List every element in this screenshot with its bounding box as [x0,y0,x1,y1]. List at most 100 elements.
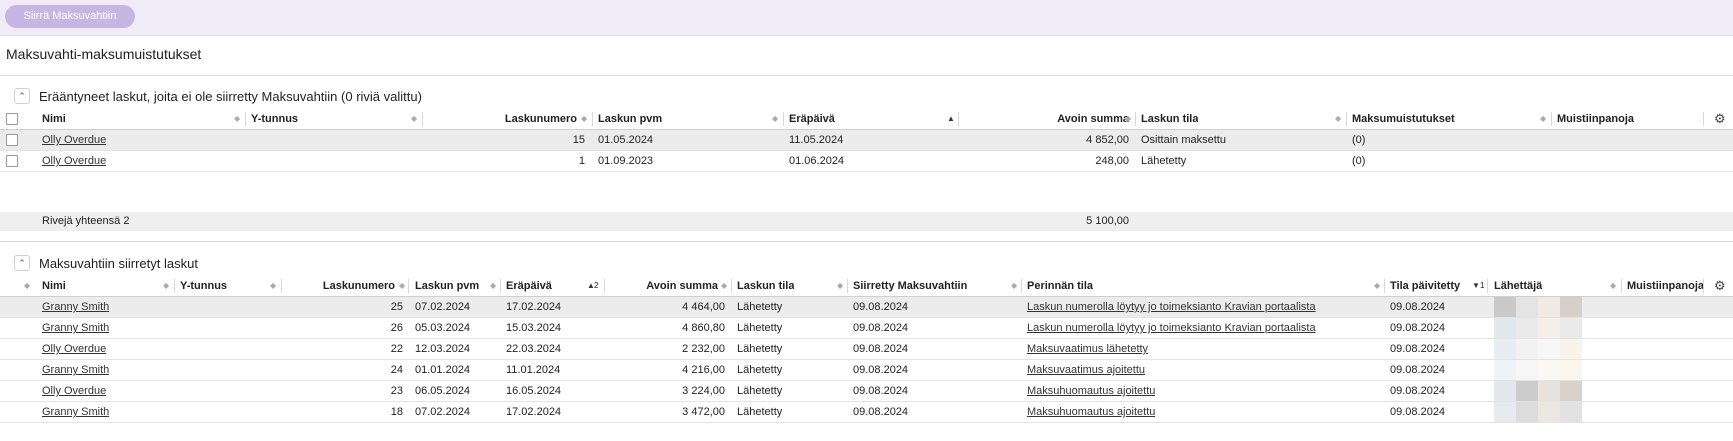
table-row[interactable]: Granny Smith 26 05.03.2024 15.03.2024 4 860,… [0,318,1733,339]
col-header-laskun-tila[interactable]: Laskun tila [737,276,794,296]
table-row[interactable]: Olly Overdue 1 01.09.2023 01.06.2024 248… [0,151,1733,172]
column-separator [958,112,959,126]
section2-title: Maksuvahtiin siirretyt laskut [39,256,198,271]
col-header-nimi[interactable]: Nimi [42,276,66,296]
column-separator [500,279,501,293]
sort-arrows-icon[interactable]: ◆ [24,276,30,296]
col-header-erapaiva[interactable]: Eräpäivä [789,109,835,129]
sort-descending-icon[interactable]: ▼ [1472,276,1480,296]
table-row[interactable]: Granny Smith 24 01.01.2024 11.01.2024 4 216,… [0,360,1733,381]
column-separator [1487,279,1488,293]
customer-name-link[interactable]: Olly Overdue [42,130,106,150]
col-header-lahettaja[interactable]: Lähettäjä [1494,276,1542,296]
table-row[interactable]: Granny Smith 25 07.02.2024 17.02.2024 4 464,… [0,297,1733,318]
col-header-laskunumero[interactable]: Laskunumero [290,276,395,296]
gear-icon[interactable]: ⚙ [1714,276,1726,296]
sort-arrows-icon[interactable]: ◆ [581,109,587,129]
sender-redacted-block [1516,318,1538,338]
customer-name-link[interactable]: Granny Smith [42,360,109,380]
sender-redacted-block [1516,381,1538,401]
table-row[interactable]: Olly Overdue 15 01.05.2024 11.05.2024 4 … [0,130,1733,151]
col-header-muistiinpanoja[interactable]: Muistiinpanoja [1557,109,1634,129]
sender-redacted-block [1494,381,1516,401]
sort-arrows-icon[interactable]: ◆ [1011,276,1017,296]
sort-arrows-icon[interactable]: ◆ [411,109,417,129]
invoice-number: 24 [390,364,403,376]
col-header-nimi[interactable]: Nimi [42,109,66,129]
collection-status-link[interactable]: Laskun numerolla löytyy jo toimeksianto … [1027,318,1316,338]
customer-name-link[interactable]: Granny Smith [42,297,109,317]
sender-redacted-block [1560,360,1582,380]
open-sum: 3 224,00 [682,385,725,397]
col-header-laskun-pvm[interactable]: Laskun pvm [415,276,479,296]
sender-redacted-block [1538,402,1560,422]
sort-priority: 2 [594,281,599,290]
col-header-laskun-pvm[interactable]: Laskun pvm [598,109,662,129]
sort-arrows-icon[interactable]: ◆ [1125,109,1131,129]
column-separator [422,112,423,126]
column-separator [245,112,246,126]
sort-arrows-icon[interactable]: ◆ [721,276,727,296]
sort-ascending-icon[interactable]: ▲ [947,109,955,129]
sort-priority: 1 [1480,281,1485,290]
transferred-date: 09.08.2024 [853,301,909,313]
customer-name-link[interactable]: Granny Smith [42,402,109,422]
col-header-muistiinpanoja[interactable]: Muistiinpanoja [1627,276,1704,296]
col-header-maksumuistutukset[interactable]: Maksumuistutukset [1352,109,1455,129]
table-row[interactable]: Granny Smith 18 07.02.2024 17.02.2024 3 472,… [0,402,1733,423]
sort-arrows-icon[interactable]: ◆ [772,109,778,129]
collection-status-link[interactable]: Maksuvaatimus ajoitettu [1027,360,1145,380]
column-separator [408,279,409,293]
sender-redacted-block [1516,339,1538,359]
col-header-perinnan-tila[interactable]: Perinnän tila [1027,276,1093,296]
table-row[interactable]: Olly Overdue 23 06.05.2024 16.05.2024 3 224,… [0,381,1733,402]
sort-arrows-icon[interactable]: ◆ [399,276,405,296]
gear-icon[interactable]: ⚙ [1714,109,1726,129]
col-header-tila-paivitetty[interactable]: Tila päivitetty [1390,276,1460,296]
sort-arrows-icon[interactable]: ◆ [1610,276,1616,296]
col-header-avoin-summa[interactable]: Avoin summa [964,109,1129,129]
invoice-date: 01.05.2024 [598,134,654,146]
col-header-laskunumero[interactable]: Laskunumero [430,109,577,129]
sort-arrows-icon[interactable]: ◆ [234,109,240,129]
customer-name-link[interactable]: Olly Overdue [42,151,106,171]
sort-arrows-icon[interactable]: ◆ [837,276,843,296]
column-separator [847,279,848,293]
table-row[interactable]: Olly Overdue 22 12.03.2024 22.03.2024 2 232,… [0,339,1733,360]
sender-redacted-block [1538,297,1560,317]
collection-status-link[interactable]: Laskun numerolla löytyy jo toimeksianto … [1027,297,1316,317]
col-header-avoin-summa[interactable]: Avoin summa [610,276,718,296]
sort-arrows-icon[interactable]: ◆ [1540,109,1546,129]
invoice-date: 01.01.2024 [415,364,471,376]
row-checkbox[interactable] [6,134,18,146]
sort-arrows-icon[interactable]: ◆ [490,276,496,296]
row-checkbox[interactable] [6,155,18,167]
collection-status-link[interactable]: Maksuhuomautus ajoitettu [1027,402,1155,422]
collection-status-link[interactable]: Maksuhuomautus ajoitettu [1027,381,1155,401]
section1-collapse-chevron-up-icon[interactable]: ⌃ [14,88,30,104]
customer-name-link[interactable]: Granny Smith [42,318,109,338]
sender-redacted-block [1538,381,1560,401]
sender-redacted-block [1516,402,1538,422]
collection-status-link[interactable]: Maksuvaatimus lähetetty [1027,339,1148,359]
sender-redacted-block [1494,297,1516,317]
col-header-ytunnus[interactable]: Y-tunnus [251,109,298,129]
select-all-checkbox[interactable] [6,113,18,125]
invoice-status: Lähetetty [737,406,783,418]
col-header-erapaiva[interactable]: Eräpäivä [506,276,552,296]
col-header-laskun-tila[interactable]: Laskun tila [1141,109,1198,129]
col-header-ytunnus[interactable]: Y-tunnus [180,276,227,296]
transferred-date: 09.08.2024 [853,343,909,355]
sort-arrows-icon[interactable]: ◆ [1335,109,1341,129]
due-date: 15.03.2024 [506,322,562,334]
invoice-number: 1 [578,155,585,167]
sort-arrows-icon[interactable]: ◆ [270,276,276,296]
sort-arrows-icon[interactable]: ◆ [163,276,169,296]
sort-arrows-icon[interactable]: ◆ [1374,276,1380,296]
sender-redacted-block [1516,360,1538,380]
section2-collapse-chevron-up-icon[interactable]: ⌃ [14,255,30,271]
transfer-to-maksuvahti-button[interactable]: Siirrä Maksuvahtiin [5,5,135,28]
customer-name-link[interactable]: Olly Overdue [42,381,106,401]
customer-name-link[interactable]: Olly Overdue [42,339,106,359]
col-header-siirretty[interactable]: Siirretty Maksuvahtiin [853,276,967,296]
